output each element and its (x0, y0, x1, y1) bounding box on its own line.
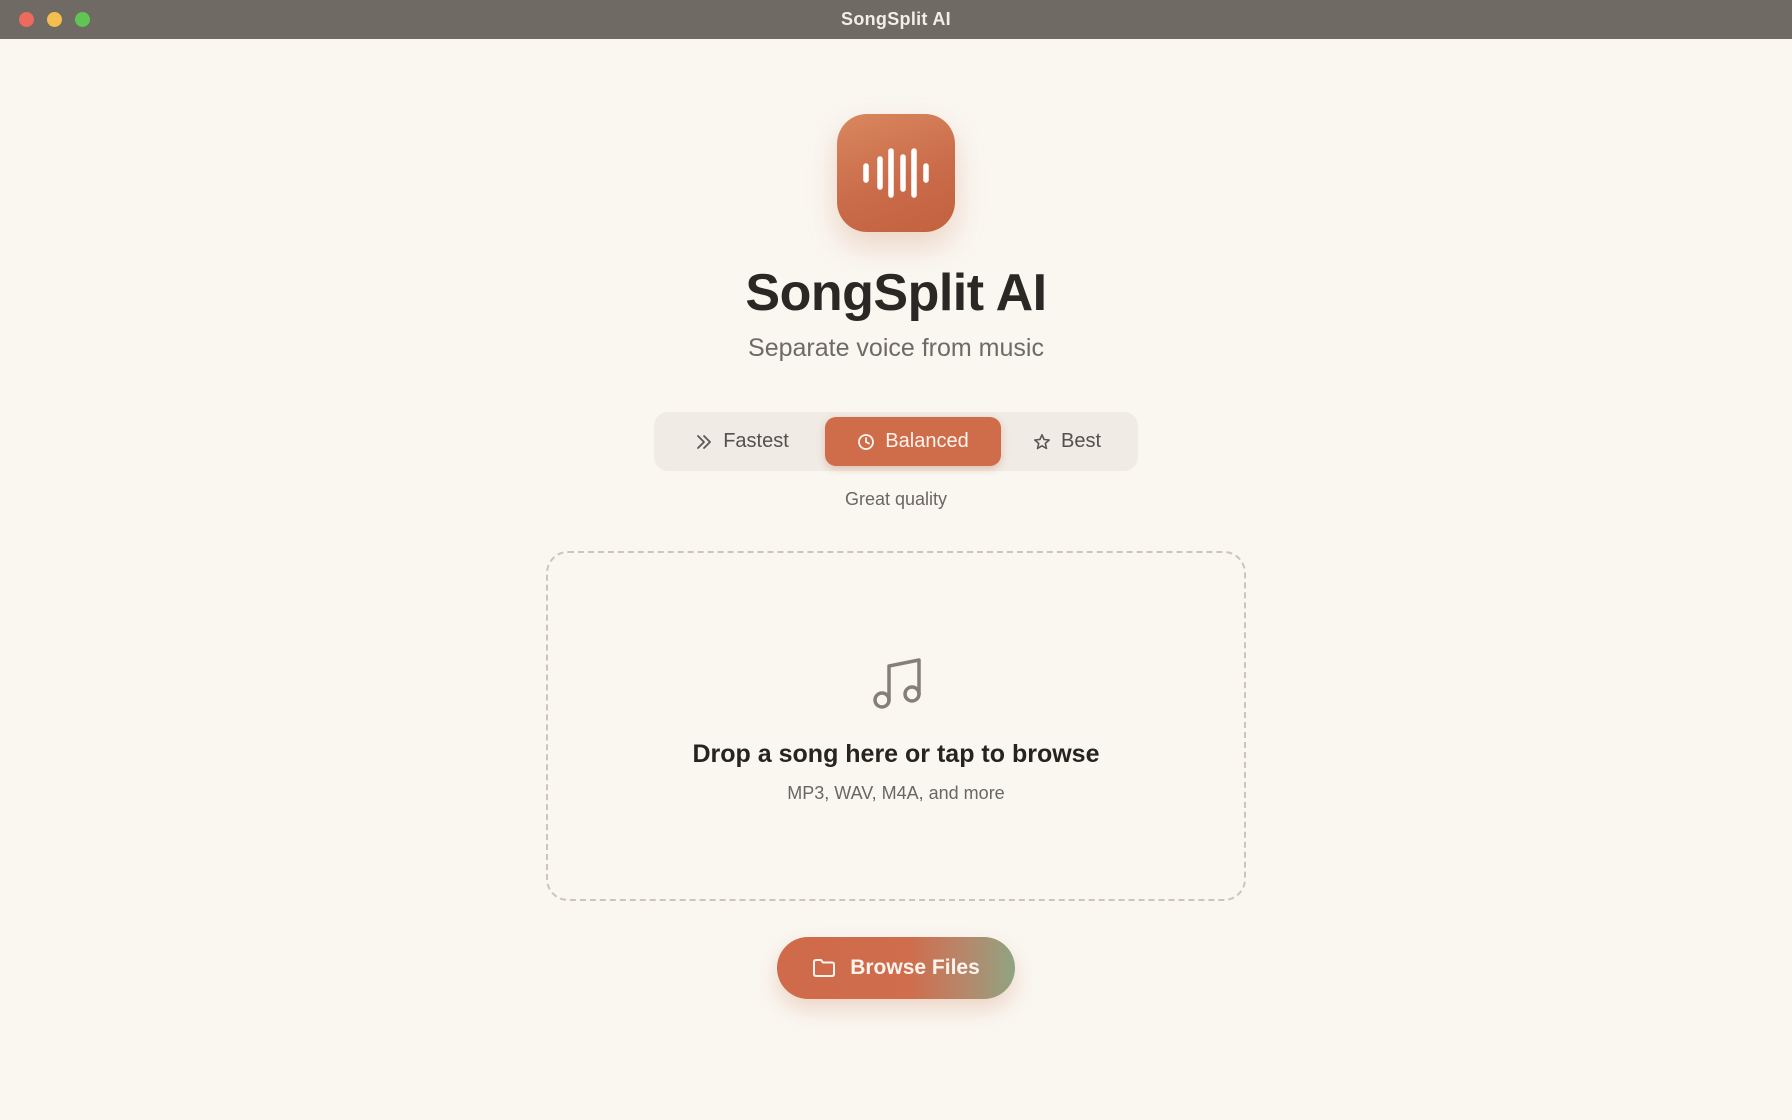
waveform-icon (863, 148, 929, 198)
title-bar: SongSplit AI (0, 0, 1792, 39)
app-logo (837, 114, 955, 232)
browse-files-label: Browse Files (850, 956, 980, 979)
browse-files-button[interactable]: Browse Files (777, 937, 1015, 999)
window-controls (19, 12, 90, 27)
main-content: SongSplit AI Separate voice from music F… (0, 39, 1792, 1120)
double-chevron-right-icon (695, 433, 713, 451)
star-icon (1033, 433, 1051, 451)
mode-balanced-label: Balanced (885, 430, 969, 452)
drop-zone-formats: MP3, WAV, M4A, and more (787, 783, 1005, 803)
music-note-icon (870, 655, 926, 711)
window-title: SongSplit AI (841, 9, 951, 29)
mode-best-label: Best (1060, 430, 1102, 452)
mode-fastest-button[interactable]: Fastest (659, 417, 825, 466)
mode-balanced-button[interactable]: Balanced (825, 417, 1001, 466)
zoom-window-button[interactable] (75, 12, 90, 27)
minimize-window-button[interactable] (47, 12, 62, 27)
folder-icon (812, 958, 836, 978)
close-window-button[interactable] (19, 12, 34, 27)
quality-description: Great quality (844, 489, 948, 509)
app-title: SongSplit AI (745, 264, 1047, 322)
quality-mode-selector: Fastest Balanced Best (654, 412, 1138, 471)
mode-fastest-label: Fastest (723, 430, 789, 452)
app-subtitle: Separate voice from music (748, 334, 1044, 362)
song-drop-zone[interactable]: Drop a song here or tap to browse MP3, W… (546, 551, 1246, 901)
clock-icon (857, 433, 875, 451)
drop-zone-title: Drop a song here or tap to browse (692, 740, 1100, 768)
mode-best-button[interactable]: Best (1001, 417, 1133, 466)
